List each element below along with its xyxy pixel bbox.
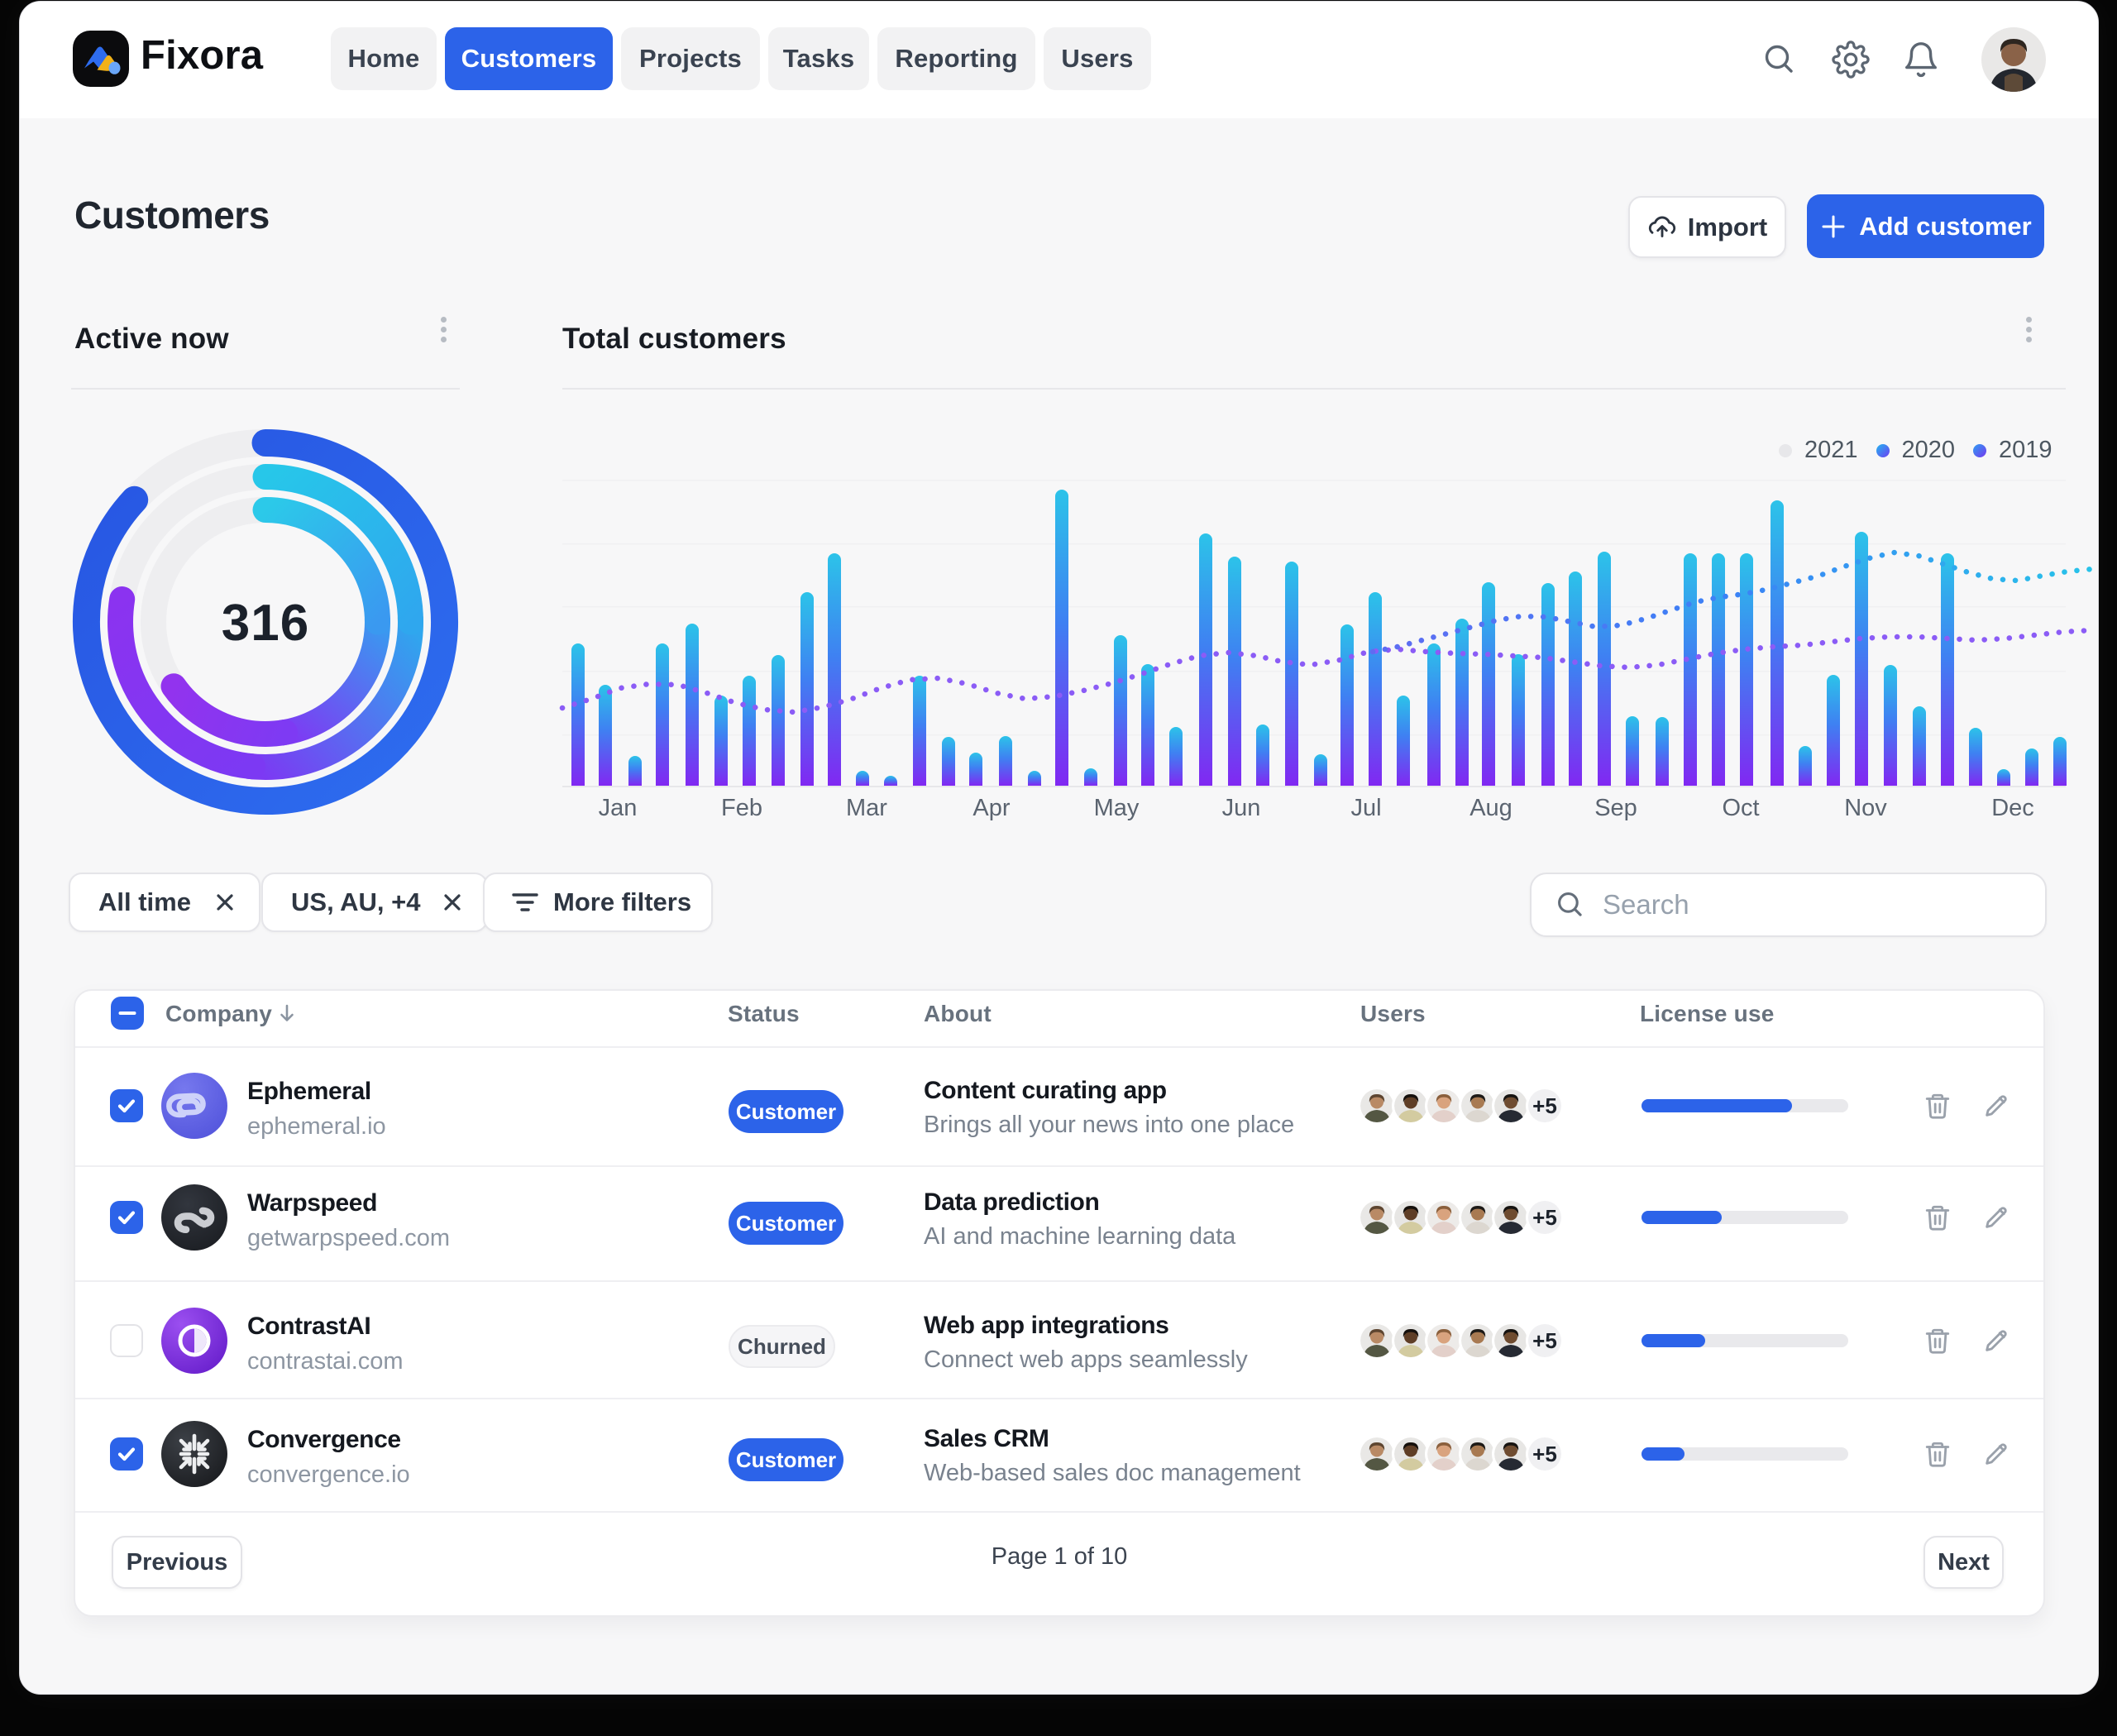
svg-text:Mar: Mar xyxy=(846,795,887,821)
svg-text:Jun: Jun xyxy=(1222,795,1261,821)
svg-text:Aug: Aug xyxy=(1469,795,1512,821)
svg-text:Nov: Nov xyxy=(1844,795,1887,821)
svg-text:Sep: Sep xyxy=(1594,795,1637,821)
svg-text:Apr: Apr xyxy=(972,795,1010,821)
svg-text:Oct: Oct xyxy=(1722,795,1759,821)
svg-text:Jan: Jan xyxy=(599,795,638,821)
svg-text:May: May xyxy=(1094,795,1140,821)
svg-text:Dec: Dec xyxy=(1991,795,2034,821)
svg-text:Jul: Jul xyxy=(1350,795,1381,821)
svg-text:Feb: Feb xyxy=(721,795,762,821)
svg-text:316: 316 xyxy=(222,595,309,652)
